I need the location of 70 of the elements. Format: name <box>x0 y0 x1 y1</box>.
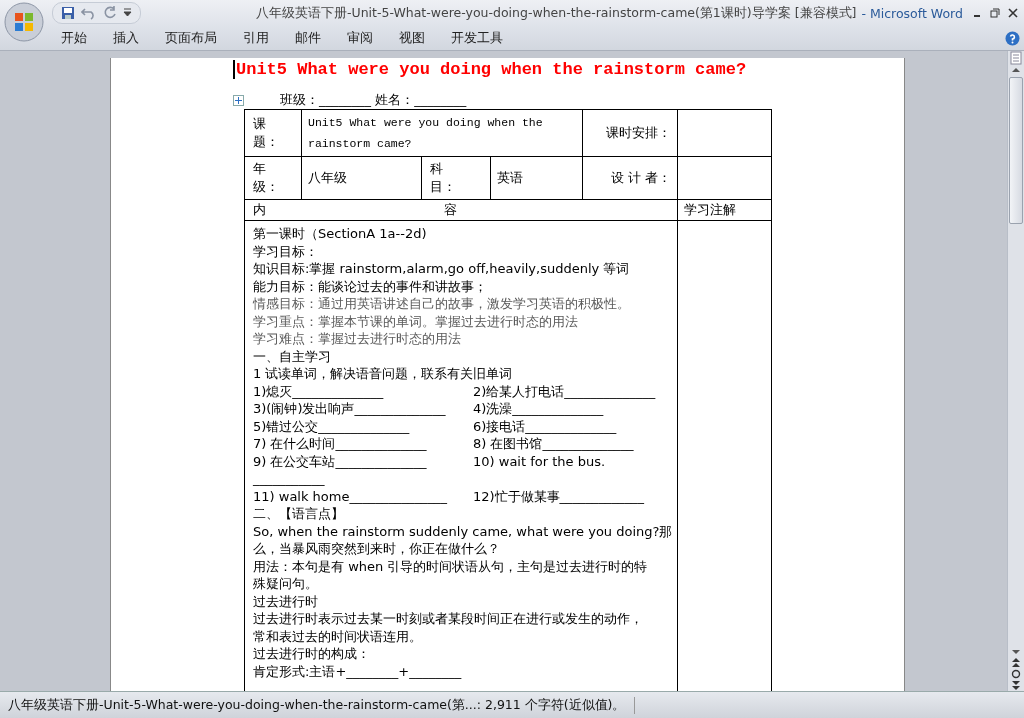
scroll-up-icon[interactable] <box>1011 65 1021 75</box>
document-heading: Unit5 What were you doing when the rainstorm came? <box>233 60 904 79</box>
text-line: 第一课时（SectionA 1a--2d) <box>253 225 428 243</box>
previous-page-icon[interactable] <box>1011 657 1021 669</box>
exercise-item: 2)给某人打电话______________ <box>473 382 657 400</box>
table-move-icon[interactable] <box>233 94 244 106</box>
ribbon-tab[interactable]: 插入 <box>100 27 152 49</box>
restore-icon[interactable] <box>990 8 1000 18</box>
text-line: 常和表过去的时间状语连用。 <box>253 627 423 645</box>
help-icon[interactable] <box>1005 30 1020 46</box>
exercise-item: 12)忙于做某事_____________ <box>473 487 646 505</box>
column-header: 学习注解 <box>684 201 738 219</box>
column-header: 容 <box>444 201 457 219</box>
text-line: 肯定形式:主语+________+________ <box>253 662 463 680</box>
dropdown-icon[interactable] <box>123 8 132 18</box>
text-line: 一、自主学习 <box>253 347 332 365</box>
ribbon-tab[interactable]: 视图 <box>386 27 438 49</box>
status-text: 八年级英语下册-Unit-5-What-were-you-doing-when-the-rainstorm-came(第...: 2,911 个字符(近似值)。 <box>0 696 635 714</box>
ribbon-tab[interactable]: 页面布局 <box>152 27 230 49</box>
ribbon-tab[interactable]: 引用 <box>230 27 282 49</box>
exercise-item: 10) wait for the bus. <box>473 452 607 470</box>
table-label: 设 计 者： <box>609 169 672 187</box>
text-line: 二、【语言点】 <box>253 505 345 523</box>
table-label: 课时安排： <box>605 124 672 142</box>
undo-icon[interactable] <box>81 6 97 20</box>
exercise-item: 11) walk home_______________ <box>253 487 448 505</box>
table-cell-text: Unit5 What were you doing when the rainstorm came? <box>308 115 544 152</box>
text-line: 1 试读单词，解决语音问题，联系有关旧单词 <box>253 365 514 383</box>
exercise-item: 7) 在什么时间______________ <box>253 435 428 453</box>
window-title: 八年级英语下册-Unit-5-What-were-you-doing-when-the-rainstorm-came(第1课时)导学案 [兼容模式] <box>256 4 857 22</box>
ribbon-tab[interactable]: 邮件 <box>282 27 334 49</box>
text-line: 学习难点：掌握过去进行时态的用法 <box>253 330 462 348</box>
exercise-item: 9) 在公交车站______________ <box>253 452 428 470</box>
column-header: 内 <box>253 201 266 219</box>
exercise-item: 8) 在图书馆______________ <box>473 435 635 453</box>
text-line: 过去进行时表示过去某一时刻或者某段时间正在进行或发生的动作， <box>253 610 644 628</box>
text-line: 殊疑问句。 <box>253 575 319 593</box>
scrollbar-thumb[interactable] <box>1009 77 1023 224</box>
exercise-item: 6)接电话______________ <box>473 417 618 435</box>
save-icon[interactable] <box>61 6 75 20</box>
text-line: 用法：本句是有 when 引导的时间状语从句，主句是过去进行时的特 <box>253 557 649 575</box>
text-line: 学习重点：掌握本节课的单词。掌握过去进行时态的用法 <box>253 312 579 330</box>
ribbon-tab[interactable]: 审阅 <box>334 27 386 49</box>
text-line: 学习目标： <box>253 242 319 260</box>
next-page-icon[interactable] <box>1011 679 1021 691</box>
app-name: - Microsoft Word <box>861 5 963 21</box>
browse-object-icon[interactable] <box>1011 669 1021 679</box>
text-line: 能力目标：能谈论过去的事件和讲故事； <box>253 277 488 295</box>
exercise-item: 5)错过公交______________ <box>253 417 411 435</box>
table-cell-text: 英语 <box>497 169 524 187</box>
close-icon[interactable] <box>1008 8 1018 18</box>
ribbon-tab[interactable]: 开始 <box>48 27 100 49</box>
text-line: 情感目标：通过用英语讲述自己的故事，激发学习英语的积极性。 <box>253 295 631 313</box>
class-name-line: 班级：________ 姓名：________ <box>280 91 467 109</box>
text-line: So, when the rainstorm suddenly came, what were you doing?那 <box>253 522 670 540</box>
text-line: 过去进行时 <box>253 592 319 610</box>
table-label: 年级： <box>253 160 275 196</box>
scroll-down-icon[interactable] <box>1011 647 1021 657</box>
table-label: 课题： <box>253 115 275 151</box>
exercise-item: 3)(闹钟)发出响声______________ <box>253 400 447 418</box>
text-line: ___________ <box>253 470 326 488</box>
table-cell-text: 八年级 <box>308 169 348 187</box>
table-label: 科目： <box>430 160 457 196</box>
text-line: 知识目标:掌握 rainstorm,alarm,go off,heavily,suddenly 等词 <box>253 260 631 278</box>
exercise-item: 1)熄灭______________ <box>253 382 385 400</box>
ribbon-tab[interactable]: 开发工具 <box>438 27 516 49</box>
redo-icon[interactable] <box>103 6 117 20</box>
exercise-item: 4)洗澡______________ <box>473 400 605 418</box>
text-line: 么，当暴风雨突然到来时，你正在做什么？ <box>253 540 501 558</box>
text-line: 过去进行时的构成： <box>253 645 371 663</box>
